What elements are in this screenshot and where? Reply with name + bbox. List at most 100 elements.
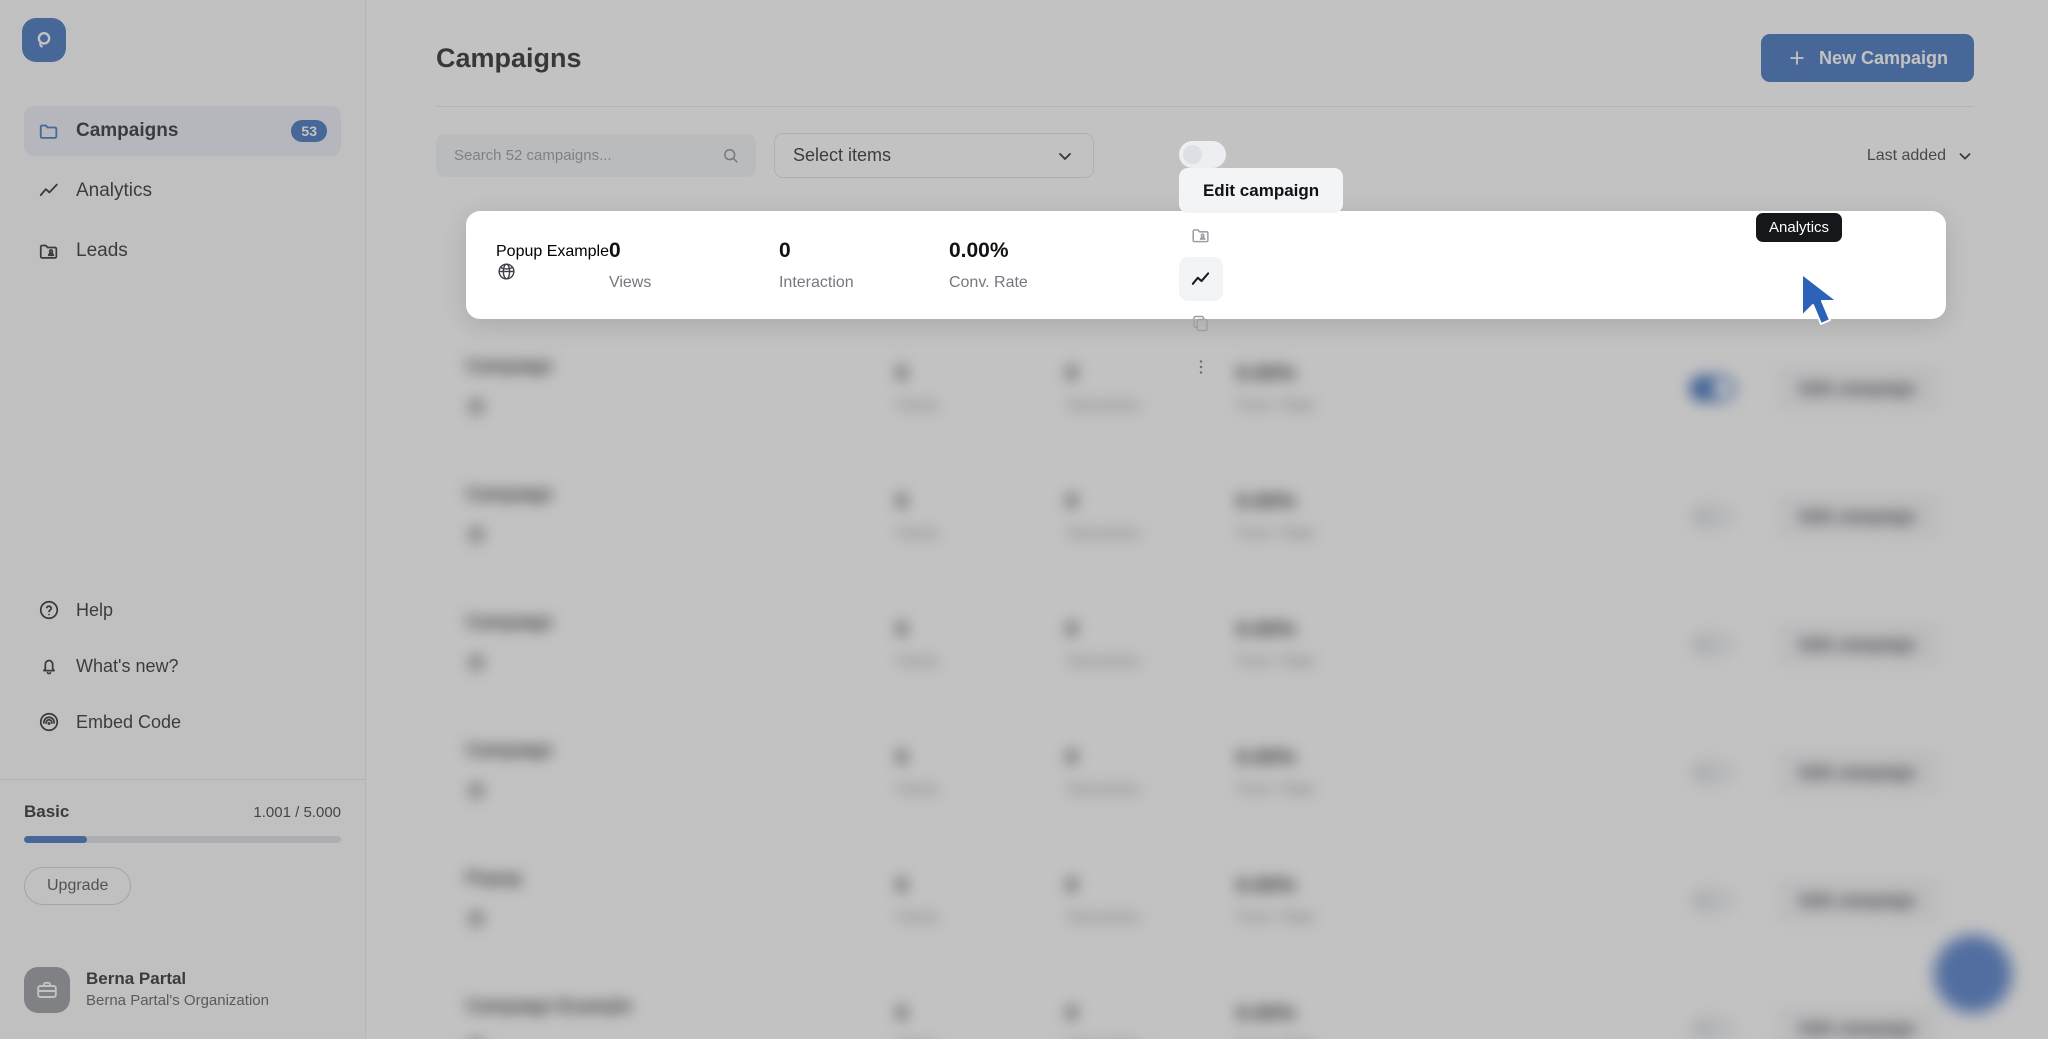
search-input[interactable]: [436, 147, 756, 164]
sidebar-item-label: Leads: [76, 240, 128, 261]
campaign-name: Campaign Example: [466, 995, 633, 1016]
campaign-list: Campaign 0 Views 0 Interaction 0.00% Conv. Rat…: [366, 325, 2048, 1039]
campaign-type: [466, 1036, 896, 1039]
new-campaign-label: New Campaign: [1818, 47, 1948, 68]
campaign-actions: Edit campaign: [1688, 494, 1940, 539]
stat-label: Views: [896, 909, 939, 926]
campaign-enabled-toggle[interactable]: [1688, 1015, 1736, 1039]
edit-campaign-button[interactable]: Edit campaign: [1775, 878, 1940, 923]
campaign-enabled-toggle[interactable]: [1688, 759, 1736, 786]
stat-value: 0: [896, 746, 908, 769]
broadcast-icon: [39, 712, 59, 732]
edit-campaign-button[interactable]: Edit campaign: [1775, 494, 1940, 539]
stat-conv-rate: 0.00%Conv. Rate: [1236, 1002, 1466, 1039]
sort-label: Last added: [1866, 146, 1946, 164]
stat-value: 0: [1066, 874, 1078, 897]
campaigns-count-badge: 53: [291, 120, 327, 142]
campaign-name-cell: Campaign: [466, 612, 896, 678]
stat-views: 0 Views: [896, 362, 1066, 415]
page-title: Campaigns: [436, 42, 582, 73]
stat-value: 0: [1066, 1002, 1078, 1025]
duplicate-button[interactable]: [1179, 301, 1223, 345]
toggle-knob: [1692, 635, 1712, 654]
stat-conv-rate: 0.00%Conv. Rate: [1236, 618, 1466, 671]
avatar: [24, 967, 70, 1013]
user-organization: Berna Partal's Organization: [86, 992, 269, 1010]
campaign-row[interactable]: Campaign 0 Views 0 Interaction 0.00% Conv. Rat…: [436, 453, 1974, 580]
globe-icon: [468, 781, 485, 799]
edit-campaign-button[interactable]: Edit campaign: [1775, 366, 1940, 411]
toggle-knob: [1692, 507, 1712, 526]
upgrade-button[interactable]: Upgrade: [24, 867, 132, 905]
stat-value: 0.00%: [1236, 1002, 1296, 1025]
sidebar-item-embed-code[interactable]: Embed Code: [24, 697, 341, 747]
chevron-down-icon: [1959, 152, 1971, 160]
campaign-name-cell: Popup: [466, 868, 896, 934]
sidebar-item-help[interactable]: Help: [24, 585, 341, 635]
edit-campaign-button[interactable]: Edit campaign: [1775, 750, 1940, 795]
search-box[interactable]: [436, 134, 756, 177]
campaign-name-cell: Campaign: [466, 356, 896, 422]
campaign-row[interactable]: Campaign 0 Views 0 Interaction 0.00% Conv. Rat…: [436, 709, 1974, 836]
popupsmart-logo-icon: [37, 32, 51, 48]
sort-control[interactable]: Last added: [1867, 147, 1974, 165]
chat-launcher[interactable]: [1934, 935, 2012, 1013]
plan-usage: 1.001 / 5.000: [253, 804, 341, 821]
stat-views: 0 Views: [609, 239, 779, 292]
campaign-enabled-toggle[interactable]: [1688, 503, 1736, 530]
globe-icon: [468, 909, 485, 927]
edit-campaign-button[interactable]: Edit campaign: [1775, 1006, 1940, 1039]
app-logo[interactable]: [22, 18, 66, 62]
stat-label: Interaction: [1066, 525, 1141, 542]
sidebar-item-whats-new[interactable]: What's new?: [24, 641, 341, 691]
focused-campaign-row[interactable]: Popup Example 0 Views 0 Interaction 0.00…: [466, 141, 1946, 374]
leads-button[interactable]: [1179, 213, 1223, 257]
campaign-type: [466, 524, 896, 550]
edit-campaign-button[interactable]: Edit campaign: [1178, 168, 1344, 213]
new-campaign-button[interactable]: New Campaign: [1760, 34, 1974, 82]
stat-conv-rate: 0.00% Conv. Rate: [949, 239, 1179, 292]
stat-interaction: 0 Interaction: [779, 239, 949, 292]
stat-interaction: 0 Interaction: [1066, 746, 1236, 799]
more-options-button[interactable]: [1179, 345, 1223, 389]
stat-conv-rate: 0.00%Conv. Rate: [1236, 490, 1466, 543]
campaign-actions: Edit campaign: [1688, 750, 1940, 795]
campaign-enabled-toggle[interactable]: [1688, 631, 1736, 658]
stat-value: 0.00%: [1236, 874, 1296, 897]
stat-interaction: 0 Interaction: [1066, 874, 1236, 927]
campaign-actions: Edit campaign: [1688, 878, 1940, 923]
stat-label: Conv. Rate: [948, 273, 1028, 291]
plan-row: Basic 1.001 / 5.000: [24, 802, 341, 822]
folder-icon: [39, 124, 58, 139]
user-name: Berna Partal: [86, 969, 187, 989]
campaign-name: Popup: [466, 867, 522, 888]
secondary-nav: Help What's new? Embed Code: [0, 585, 365, 779]
stat-label: Conv. Rate: [1236, 909, 1315, 926]
campaign-enabled-toggle[interactable]: [1178, 141, 1226, 168]
analytics-button[interactable]: [1178, 257, 1223, 301]
contact-folder-icon: [1192, 229, 1209, 243]
campaign-enabled-toggle[interactable]: [1688, 887, 1736, 914]
user-profile[interactable]: Berna Partal Berna Partal's Organization: [0, 949, 365, 1039]
campaign-row[interactable]: Campaign Example 0Views0Interaction0.00%C…: [436, 965, 1974, 1039]
stat-views: 0 Views: [896, 490, 1066, 543]
sidebar-item-analytics[interactable]: Analytics: [24, 166, 341, 216]
primary-nav: Campaigns 53 Analytics Leads: [0, 106, 365, 286]
sidebar-item-label: Analytics: [76, 180, 153, 201]
globe-icon: [468, 397, 485, 415]
stat-interaction: 0 Interaction: [1066, 618, 1236, 671]
sidebar-item-leads[interactable]: Leads: [24, 226, 341, 276]
campaign-enabled-toggle[interactable]: [1688, 375, 1736, 402]
search-icon[interactable]: [721, 146, 740, 165]
campaign-list-blurred: Campaign 0 Views 0 Interaction 0.00% Conv. Rat…: [366, 325, 2048, 1039]
stat-value: 0: [896, 1002, 908, 1025]
sidebar-item-campaigns[interactable]: Campaigns 53: [24, 106, 341, 156]
select-items-dropdown[interactable]: Select items: [774, 133, 1094, 178]
stat-value: 0: [1066, 618, 1078, 641]
campaign-row[interactable]: Popup 0 Views 0 Interaction 0.00% Conv. Rate Ed…: [436, 837, 1974, 964]
stat-value: 0: [896, 490, 908, 513]
campaign-row[interactable]: Campaign 0 Views 0 Interaction 0.00% Conv. Rat…: [436, 581, 1974, 708]
plan-name: Basic: [24, 802, 70, 821]
edit-campaign-button[interactable]: Edit campaign: [1775, 622, 1940, 667]
stat-conv-rate: 0.00%Conv. Rate: [1236, 746, 1466, 799]
